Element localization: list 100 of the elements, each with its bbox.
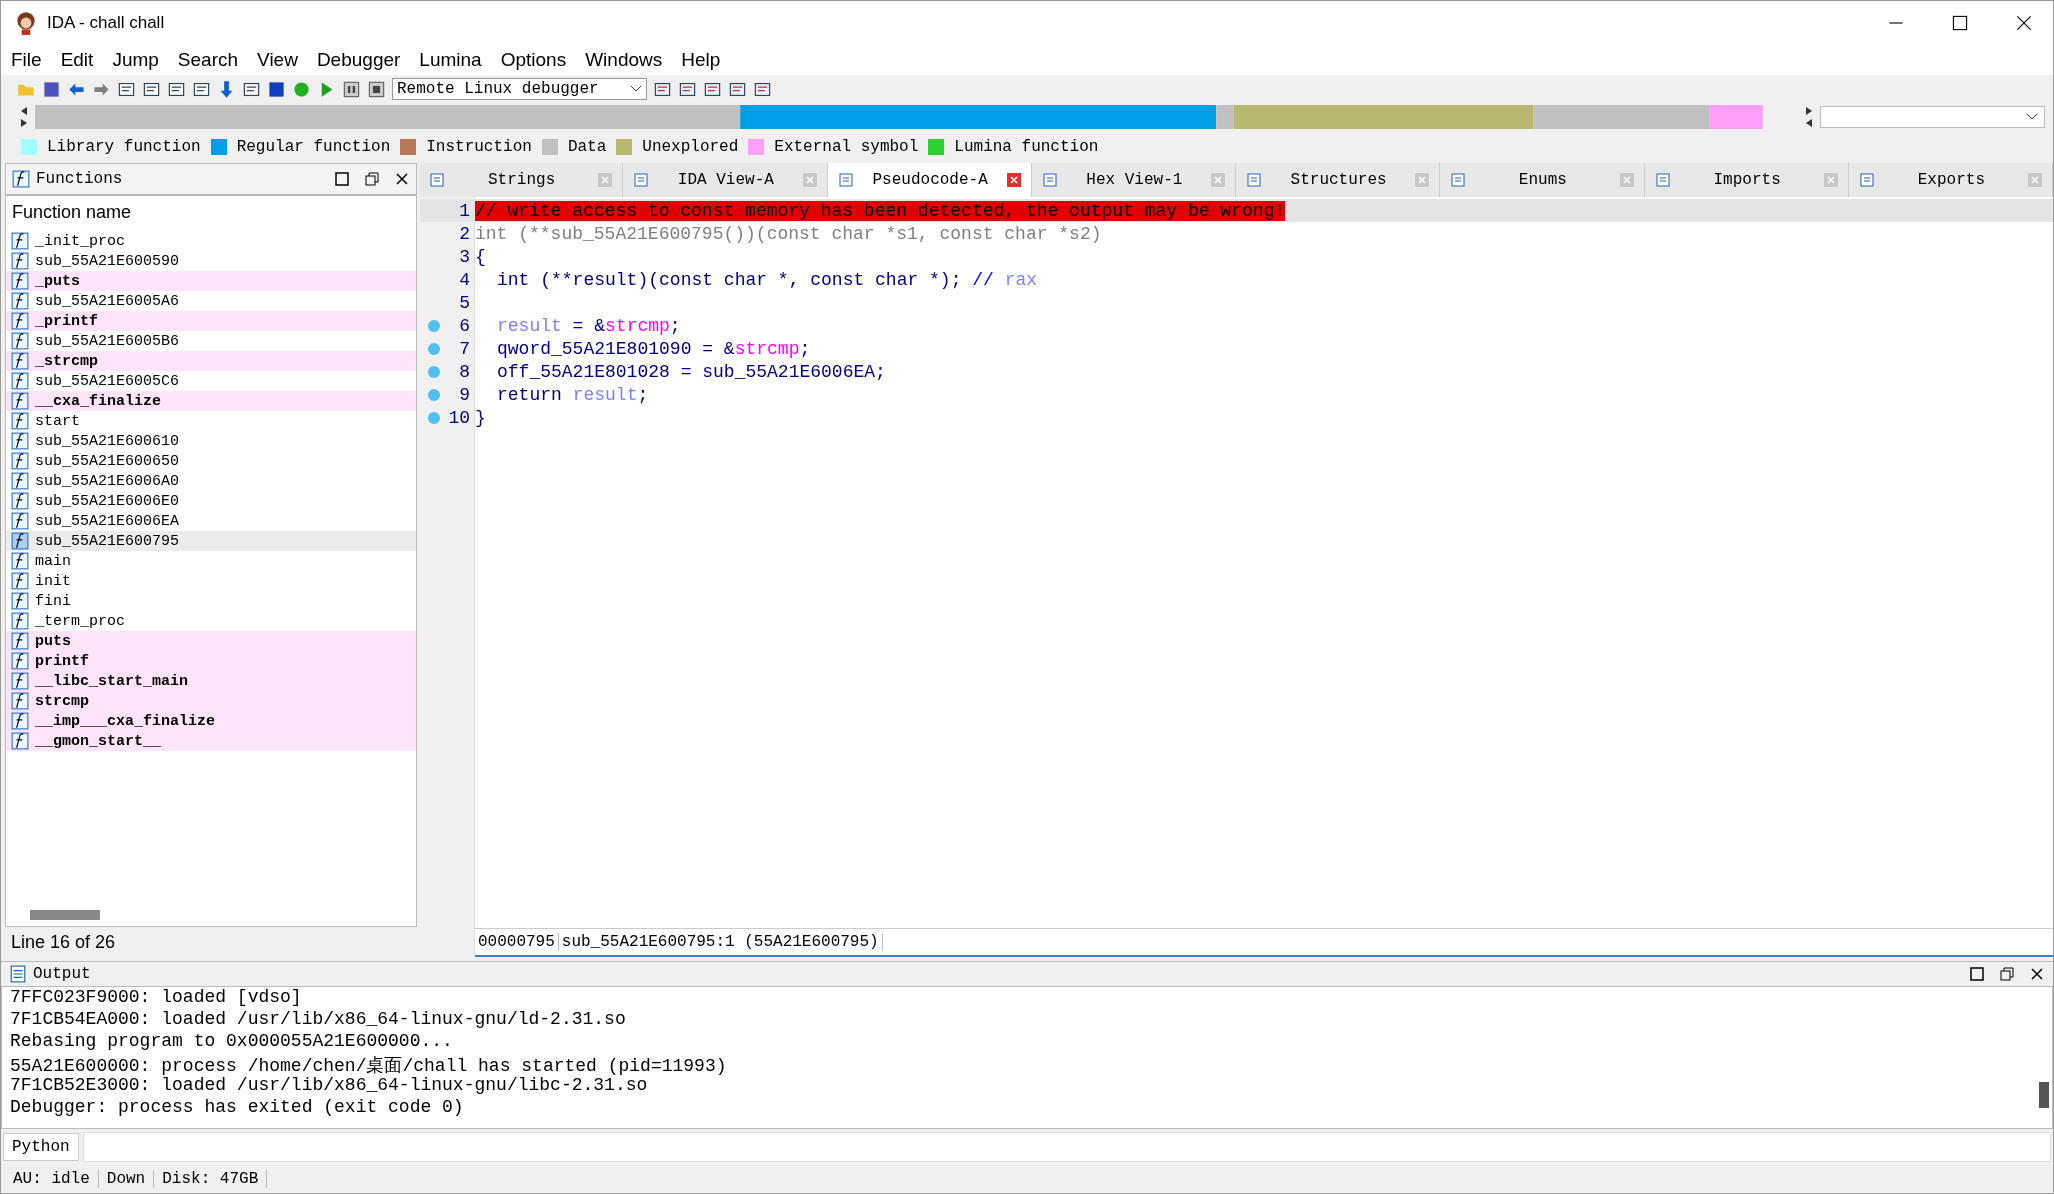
line-number: 10 — [447, 407, 470, 428]
function-icon — [11, 572, 29, 590]
tab[interactable]: Pseudocode-A — [827, 163, 1032, 197]
command-input[interactable] — [82, 1132, 2051, 1162]
function-icon — [11, 232, 29, 250]
circle-icon[interactable] — [292, 79, 311, 99]
scrollbar-thumb[interactable] — [30, 910, 100, 920]
menu-item[interactable]: View — [257, 49, 298, 71]
output-line: 7FFC023F9000: loaded [vdso] — [10, 987, 303, 1009]
breakpoint-dot[interactable] — [428, 365, 440, 378]
legend-label: Data — [567, 138, 607, 156]
line-number: 9 — [458, 384, 470, 405]
function-row[interactable]: sub_55A21E6006A0 — [6, 471, 416, 491]
language-button[interactable]: Python — [3, 1133, 79, 1161]
function-icon — [11, 252, 29, 270]
breakpoint-dot[interactable] — [428, 342, 440, 355]
code-line: int (**sub_55A21E600795())(const char *s1, const char *s2) — [475, 223, 1102, 244]
document-icon — [1654, 172, 1671, 188]
menu-item[interactable]: Help — [681, 49, 721, 71]
caret-icon — [2026, 113, 2038, 121]
function-row[interactable]: _strcmp — [6, 351, 416, 371]
menu-item[interactable]: Search — [177, 49, 239, 71]
function-icon — [11, 732, 29, 750]
pause-icon[interactable] — [342, 79, 361, 99]
function-row[interactable]: sub_55A21E6005B6 — [6, 331, 416, 351]
legend-label: Lumina function — [954, 138, 1099, 156]
function-row[interactable]: __cxa_finalize — [6, 391, 416, 411]
function-row[interactable]: fini — [6, 591, 416, 611]
function-row[interactable]: __libc_start_main — [6, 671, 416, 691]
menu-item[interactable]: Lumina — [419, 49, 482, 71]
function-row[interactable]: sub_55A21E6005C6 — [6, 371, 416, 391]
function-row[interactable]: strcmp — [6, 691, 416, 711]
close-icon[interactable] — [2029, 966, 2045, 982]
function-row[interactable]: _init_proc — [6, 231, 416, 251]
status-text: Disk: 47GB — [154, 1170, 268, 1188]
function-icon — [11, 692, 29, 710]
function-row[interactable]: sub_55A21E600590 — [6, 251, 416, 271]
menu-item[interactable]: File — [11, 49, 42, 71]
function-row[interactable]: sub_55A21E600795 — [6, 531, 416, 551]
function-row[interactable]: puts — [6, 631, 416, 651]
function-row[interactable]: sub_55A21E6006E0 — [6, 491, 416, 511]
breakpoint-dot[interactable] — [428, 319, 440, 332]
function-row[interactable]: _puts — [6, 271, 416, 291]
function-icon — [11, 592, 29, 610]
function-row[interactable]: start — [6, 411, 416, 431]
column-header[interactable]: Function name — [6, 196, 416, 231]
restore-icon[interactable] — [1999, 966, 2015, 982]
navigation-arrows-icon[interactable] — [19, 105, 29, 129]
function-row[interactable]: sub_55A21E600650 — [6, 451, 416, 471]
function-icon — [11, 272, 29, 290]
function-row[interactable]: __imp___cxa_finalize — [6, 711, 416, 731]
maximize-icon[interactable] — [1969, 966, 1985, 982]
stop-icon[interactable] — [367, 79, 386, 99]
function-row[interactable]: sub_55A21E600610 — [6, 431, 416, 451]
function-row[interactable]: _term_proc — [6, 611, 416, 631]
function-icon — [11, 412, 29, 430]
output-line: Rebasing program to 0x000055A21E600000... — [10, 1031, 454, 1053]
restore-icon[interactable] — [364, 171, 380, 187]
maximize-icon[interactable] — [334, 171, 350, 187]
location-text: sub_55A21E600795:1 (55A21E600795) — [558, 933, 883, 951]
line-number: 1 — [458, 200, 470, 221]
function-icon — [11, 532, 29, 550]
menu-item[interactable]: Windows — [585, 49, 663, 71]
close-icon[interactable] — [394, 171, 410, 187]
legend-label: Unexplored — [642, 138, 739, 156]
debugger-dropdown[interactable]: Remote Linux debugger — [392, 78, 647, 100]
scrollbar-thumb[interactable] — [2039, 1082, 2049, 1108]
function-row[interactable]: sub_55A21E6005A6 — [6, 291, 416, 311]
breakpoint-dot[interactable] — [428, 388, 440, 401]
menu-item[interactable]: Debugger — [316, 49, 401, 71]
function-icon — [11, 292, 29, 310]
line-number: 8 — [458, 361, 470, 382]
function-icon — [11, 472, 29, 490]
navigation-arrows-icon[interactable] — [1804, 105, 1814, 129]
function-row[interactable]: __gmon_start__ — [6, 731, 416, 751]
line-number: 2 — [458, 223, 470, 244]
function-icon — [11, 512, 29, 530]
legend-label: External symbol — [774, 138, 919, 156]
function-row[interactable]: _printf — [6, 311, 416, 331]
breakpoint-dot[interactable] — [428, 411, 440, 424]
menu-item[interactable]: Options — [500, 49, 567, 71]
function-icon — [11, 372, 29, 390]
function-row[interactable]: init — [6, 571, 416, 591]
legend-label: Instruction — [426, 138, 532, 156]
status-text: AU: idle — [5, 1170, 99, 1188]
function-row[interactable]: printf — [6, 651, 416, 671]
function-icon — [11, 452, 29, 470]
function-row[interactable]: main — [6, 551, 416, 571]
function-icon — [11, 672, 29, 690]
document-icon — [1858, 172, 1875, 188]
panel-title: Functions — [36, 170, 123, 188]
function-row[interactable]: sub_55A21E6006EA — [6, 511, 416, 531]
document-icon — [429, 172, 445, 188]
menu-item[interactable]: Edit — [60, 49, 94, 71]
status-text: Down — [98, 1170, 155, 1188]
code-line: off_55A21E801028 = sub_55A21E6006EA; — [496, 361, 886, 382]
line-number: 7 — [458, 338, 470, 359]
document-icon — [633, 172, 650, 188]
menu-item[interactable]: Jump — [112, 49, 159, 71]
line-number: 5 — [458, 292, 470, 313]
